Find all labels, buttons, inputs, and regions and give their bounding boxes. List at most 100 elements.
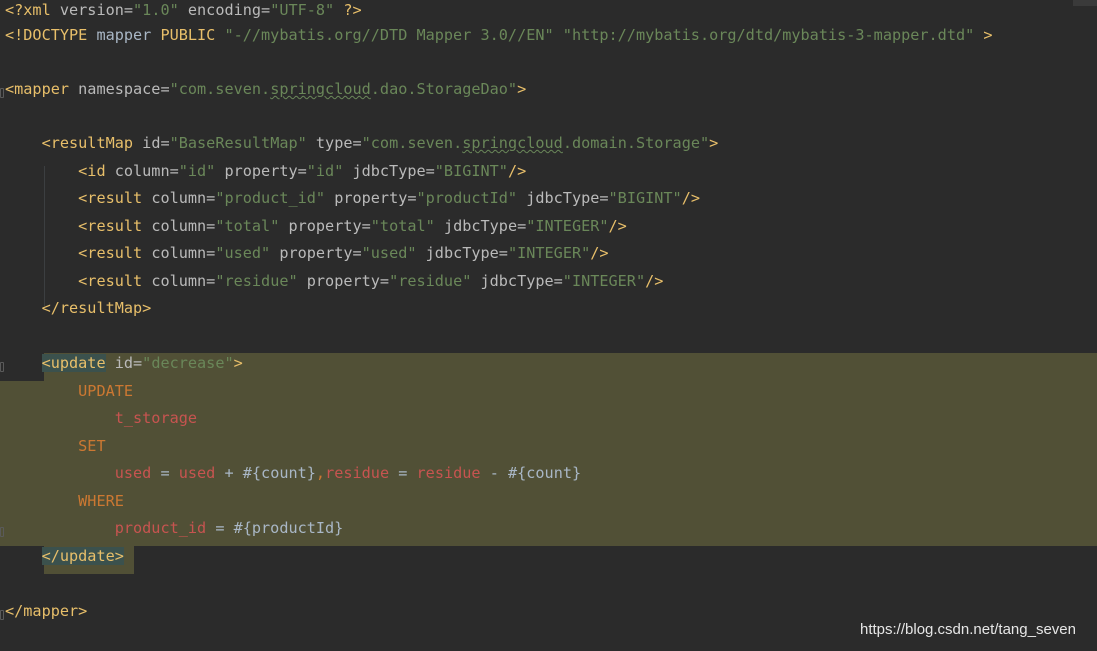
code-line[interactable]: <result column="product_id" property="pr… <box>0 188 1097 216</box>
code-token: > <box>709 134 719 152</box>
code-token: "used" <box>361 244 417 262</box>
code-line[interactable]: <resultMap id="BaseResultMap" type="com.… <box>0 133 1097 161</box>
code-token: column= <box>151 217 216 235</box>
code-token: "-//mybatis.org//DTD Mapper 3.0//EN" <box>224 26 554 44</box>
code-line[interactable]: </update> <box>0 546 1097 574</box>
code-token: - #{count} <box>480 464 582 482</box>
code-token: <resultMap <box>41 134 143 152</box>
code-token: property= <box>297 272 390 290</box>
code-token: used <box>114 464 152 482</box>
code-token: SET <box>78 437 106 455</box>
code-token: encoding= <box>178 1 271 19</box>
code-token: "INTEGER" <box>526 217 609 235</box>
code-token: "com.seven. <box>169 80 271 98</box>
code-token: property= <box>279 217 371 235</box>
code-token: + #{count} <box>215 464 316 482</box>
code-token: <id <box>78 162 115 180</box>
code-token: id= <box>142 134 170 152</box>
code-token: column= <box>151 189 216 207</box>
code-token: /> <box>590 244 609 262</box>
code-token: column= <box>114 162 179 180</box>
code-text: UPDATE <box>5 378 133 406</box>
code-token: residue <box>325 464 390 482</box>
code-token: column= <box>151 244 216 262</box>
code-line[interactable]: <mapper namespace="com.seven.springcloud… <box>0 79 1097 107</box>
code-token: > <box>233 354 243 372</box>
code-text: <update id="decrease"> <box>5 350 243 378</box>
code-token: "residue" <box>389 272 472 290</box>
code-token: WHERE <box>78 492 124 510</box>
code-token: = <box>151 464 179 482</box>
code-token: "UTF-8" <box>270 1 335 19</box>
code-line[interactable]: <!DOCTYPE mapper PUBLIC "-//mybatis.org/… <box>0 25 1097 53</box>
code-line[interactable] <box>0 573 1097 601</box>
code-line[interactable]: used = used + #{count},residue = residue… <box>0 463 1097 491</box>
code-line[interactable]: <result column="used" property="used" jd… <box>0 243 1097 271</box>
code-text: </resultMap> <box>5 295 152 323</box>
code-text: used = used + #{count},residue = residue… <box>5 460 581 488</box>
code-token: type= <box>306 134 362 152</box>
code-token: <mapper <box>5 80 79 98</box>
code-text: <result column="product_id" property="pr… <box>5 185 700 213</box>
fold-marker-icon[interactable] <box>0 88 4 98</box>
code-token: /> <box>645 272 664 290</box>
fold-marker-icon[interactable] <box>0 610 4 620</box>
code-token: "BIGINT" <box>608 189 682 207</box>
code-token: "decrease" <box>142 354 234 372</box>
code-token: "id" <box>306 162 344 180</box>
code-text: <?xml version="1.0" encoding="UTF-8" ?> <box>5 0 362 25</box>
code-token: "id" <box>178 162 216 180</box>
code-line[interactable]: </resultMap> <box>0 298 1097 326</box>
code-editor[interactable]: <?xml version="1.0" encoding="UTF-8" ?> <… <box>0 0 1097 651</box>
code-token: id= <box>105 354 143 372</box>
code-token: jdbcType= <box>471 272 563 290</box>
code-token: "BIGINT" <box>434 162 508 180</box>
code-token: <update <box>41 354 106 372</box>
code-token: jdbcType= <box>434 217 527 235</box>
code-text: WHERE <box>5 488 124 516</box>
code-token: used <box>178 464 216 482</box>
code-token: > <box>517 80 527 98</box>
code-token: </mapper> <box>5 602 88 620</box>
fold-marker-icon[interactable] <box>0 362 4 372</box>
code-line[interactable]: product_id = #{productId} <box>0 518 1097 546</box>
code-token: = #{productId} <box>206 519 344 537</box>
code-text: t_storage <box>5 405 197 433</box>
code-token: namespace= <box>78 80 170 98</box>
code-token: "productId" <box>416 189 518 207</box>
code-token: jdbcType= <box>343 162 435 180</box>
code-text: <!DOCTYPE mapper PUBLIC "-//mybatis.org/… <box>5 22 993 50</box>
code-token: <result <box>78 244 152 262</box>
code-token: "INTEGER" <box>507 244 591 262</box>
code-line[interactable]: t_storage <box>0 408 1097 436</box>
code-token: "INTEGER" <box>562 272 646 290</box>
code-token: t_storage <box>114 409 198 427</box>
code-token: "used" <box>215 244 271 262</box>
code-text: product_id = #{productId} <box>5 515 344 543</box>
code-token: <result <box>78 189 152 207</box>
code-line[interactable]: <result column="residue" property="resid… <box>0 271 1097 299</box>
code-line[interactable]: <update id="decrease"> <box>0 353 1097 381</box>
code-token: /> <box>507 162 527 180</box>
code-token: "residue" <box>215 272 298 290</box>
code-text: </update> <box>5 543 124 571</box>
code-token: property= <box>270 244 362 262</box>
code-token: "com.seven. <box>361 134 463 152</box>
code-token: PUBLIC <box>160 26 225 44</box>
code-token: .domain.Storage" <box>562 134 710 152</box>
fold-marker-icon[interactable] <box>0 527 4 537</box>
code-token: springcloud <box>270 80 371 98</box>
code-text: <result column="total" property="total" … <box>5 213 627 241</box>
code-token: jdbcType= <box>416 244 508 262</box>
code-token: property= <box>325 189 417 207</box>
code-text: SET <box>5 433 106 461</box>
code-token: residue <box>416 464 481 482</box>
